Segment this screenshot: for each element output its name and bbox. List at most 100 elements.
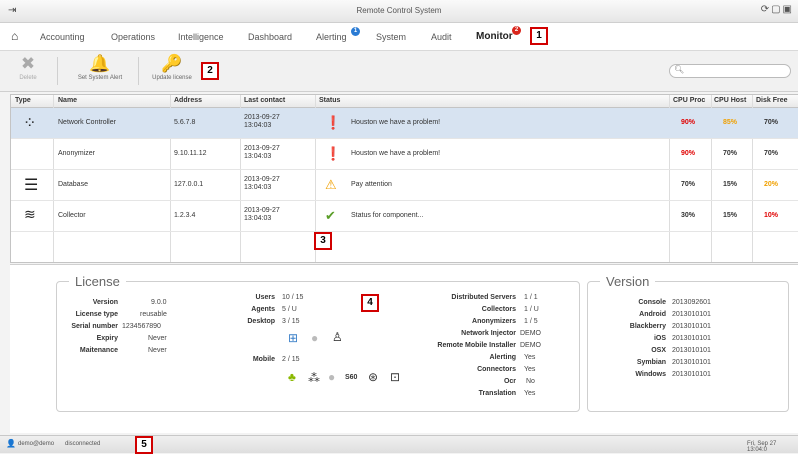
bell-icon: 🔔	[89, 54, 111, 73]
error-icon: ❗	[325, 115, 342, 130]
column-last-contact[interactable]: Last contact	[244, 97, 285, 104]
blackberry-version-label: Blackberry	[629, 323, 666, 330]
linux-icon: ♙	[332, 330, 343, 344]
toolbar-divider	[138, 57, 139, 85]
row-cpu-proc: 30%	[681, 212, 696, 219]
column-status[interactable]: Status	[319, 97, 340, 104]
row-status: Pay attention	[351, 181, 392, 188]
maintenance-value: Never	[148, 347, 167, 354]
desktop-label: Desktop	[247, 318, 275, 325]
row-address: 5.6.7.8	[174, 119, 196, 126]
mobile-value: 2 / 15	[282, 356, 300, 363]
rmi-label: Remote Mobile Installer	[437, 342, 516, 349]
wifi-icon: ≋	[24, 206, 36, 222]
tab-intelligence[interactable]: Intelligence	[178, 32, 224, 42]
license-type-label: License type	[75, 311, 118, 318]
tab-system[interactable]: System	[376, 32, 406, 42]
row-name: Anonymizer	[58, 150, 95, 157]
tab-monitor[interactable]: Monitor	[476, 31, 513, 42]
version-label: Version	[92, 299, 118, 306]
callout-3: 3	[314, 232, 332, 250]
ocr-label: Ocr	[503, 378, 516, 385]
agents-value: 5 / U	[282, 306, 297, 313]
info-panel: License Version 9.0.0 License type reusa…	[10, 264, 798, 433]
osx-version-value: 2013010101	[672, 347, 711, 354]
users-value: 10 / 15	[282, 294, 304, 301]
update-license-button[interactable]: 🔑 Update license	[146, 53, 198, 81]
table-row[interactable]: ⁘ Network Controller 5.6.7.8 2013-09-27 1…	[11, 108, 798, 139]
expiry-value: Never	[148, 335, 167, 342]
android-version-value: 2013010101	[672, 311, 711, 318]
row-status: Status for component...	[351, 212, 424, 219]
column-disk-free[interactable]: Disk Free	[756, 97, 788, 104]
tab-operations[interactable]: Operations	[111, 32, 155, 42]
tab-alerting[interactable]: Alerting	[316, 32, 347, 42]
column-cpu-host[interactable]: CPU Host	[714, 97, 746, 104]
row-name: Collector	[58, 212, 86, 219]
dist-servers-value: 1 / 1	[524, 294, 538, 301]
symbian-version-label: Symbian	[636, 359, 666, 366]
row-disk-free: 70%	[764, 150, 779, 157]
users-label: Users	[255, 294, 275, 301]
monitor-table: Type Name Address Last contact Status CP…	[10, 94, 798, 263]
rmi-value: DEMO	[520, 342, 541, 349]
key-icon: 🔑	[161, 54, 183, 73]
osx-version-label: OSX	[651, 347, 666, 354]
ocr-value: No	[526, 378, 535, 385]
ios-icon: ●	[328, 370, 336, 384]
row-cpu-proc: 70%	[681, 181, 696, 188]
column-name[interactable]: Name	[58, 97, 77, 104]
mobile-label: Mobile	[252, 356, 275, 363]
table-row[interactable]: ≋ Collector 1.2.3.4 2013-09-27 13:04:03 ✔…	[11, 201, 798, 232]
warning-icon: ⚠	[325, 177, 337, 192]
home-icon[interactable]: ⌂	[11, 29, 18, 43]
license-type-value: reusable	[140, 311, 167, 318]
tab-accounting[interactable]: Accounting	[40, 32, 85, 42]
row-last-contact: 2013-09-27 13:04:03	[244, 114, 280, 129]
console-version-value: 2013092601	[672, 299, 711, 306]
search-icon: 🔍︎	[674, 65, 685, 74]
network-injector-label: Network Injector	[461, 330, 516, 337]
blackberry-version-value: 2013010101	[672, 323, 711, 330]
search-input[interactable]: 🔍︎	[669, 64, 791, 78]
tab-audit[interactable]: Audit	[431, 32, 452, 42]
column-type[interactable]: Type	[15, 97, 31, 104]
row-disk-free: 70%	[764, 119, 779, 126]
status-bar: 👤 demo@demo disconnected Fri, Sep 27 13:…	[0, 435, 798, 453]
toolbar-divider	[57, 57, 58, 85]
dist-servers-label: Distributed Servers	[451, 294, 516, 301]
translation-label: Translation	[478, 390, 516, 397]
android-version-label: Android	[639, 311, 666, 318]
row-cpu-host: 15%	[723, 212, 738, 219]
tab-dashboard[interactable]: Dashboard	[248, 32, 292, 42]
connectors-label: Connectors	[477, 366, 516, 373]
alerting-label: Alerting	[489, 354, 516, 361]
symbian-icon: S60	[345, 374, 358, 381]
column-cpu-proc[interactable]: CPU Proc	[673, 97, 705, 104]
row-cpu-proc: 90%	[681, 150, 696, 157]
translation-value: Yes	[524, 390, 536, 397]
collectors-value: 1 / U	[524, 306, 539, 313]
user-icon: 👤	[6, 439, 16, 448]
delete-icon: ✖	[20, 54, 36, 73]
table-header: Type Name Address Last contact Status CP…	[11, 95, 798, 108]
anonymizers-label: Anonymizers	[472, 318, 516, 325]
set-system-alert-button[interactable]: 🔔 Set System Alert	[70, 53, 130, 81]
check-icon: ✔	[325, 208, 336, 223]
row-disk-free: 10%	[764, 212, 779, 219]
row-name: Network Controller	[58, 119, 116, 126]
main-nav: ⌂ Accounting Operations Intelligence Das…	[0, 23, 798, 51]
window-controls[interactable]: ⟳▢▣	[761, 4, 794, 15]
callout-5: 5	[135, 436, 153, 454]
row-address: 1.2.3.4	[174, 212, 196, 219]
delete-button[interactable]: ✖ Delete	[14, 53, 42, 81]
table-row[interactable]: ☰ Database 127.0.0.1 2013-09-27 13:04:03 …	[11, 170, 798, 201]
table-row[interactable]: Anonymizer 9.10.11.12 2013-09-27 13:04:03…	[11, 139, 798, 170]
database-icon: ☰	[24, 177, 39, 194]
windows-version-label: Windows	[635, 371, 666, 378]
desktop-value: 3 / 15	[282, 318, 300, 325]
error-icon: ❗	[325, 146, 342, 161]
column-address[interactable]: Address	[174, 97, 202, 104]
windows-version-value: 2013010101	[672, 371, 711, 378]
row-name: Database	[58, 181, 88, 188]
